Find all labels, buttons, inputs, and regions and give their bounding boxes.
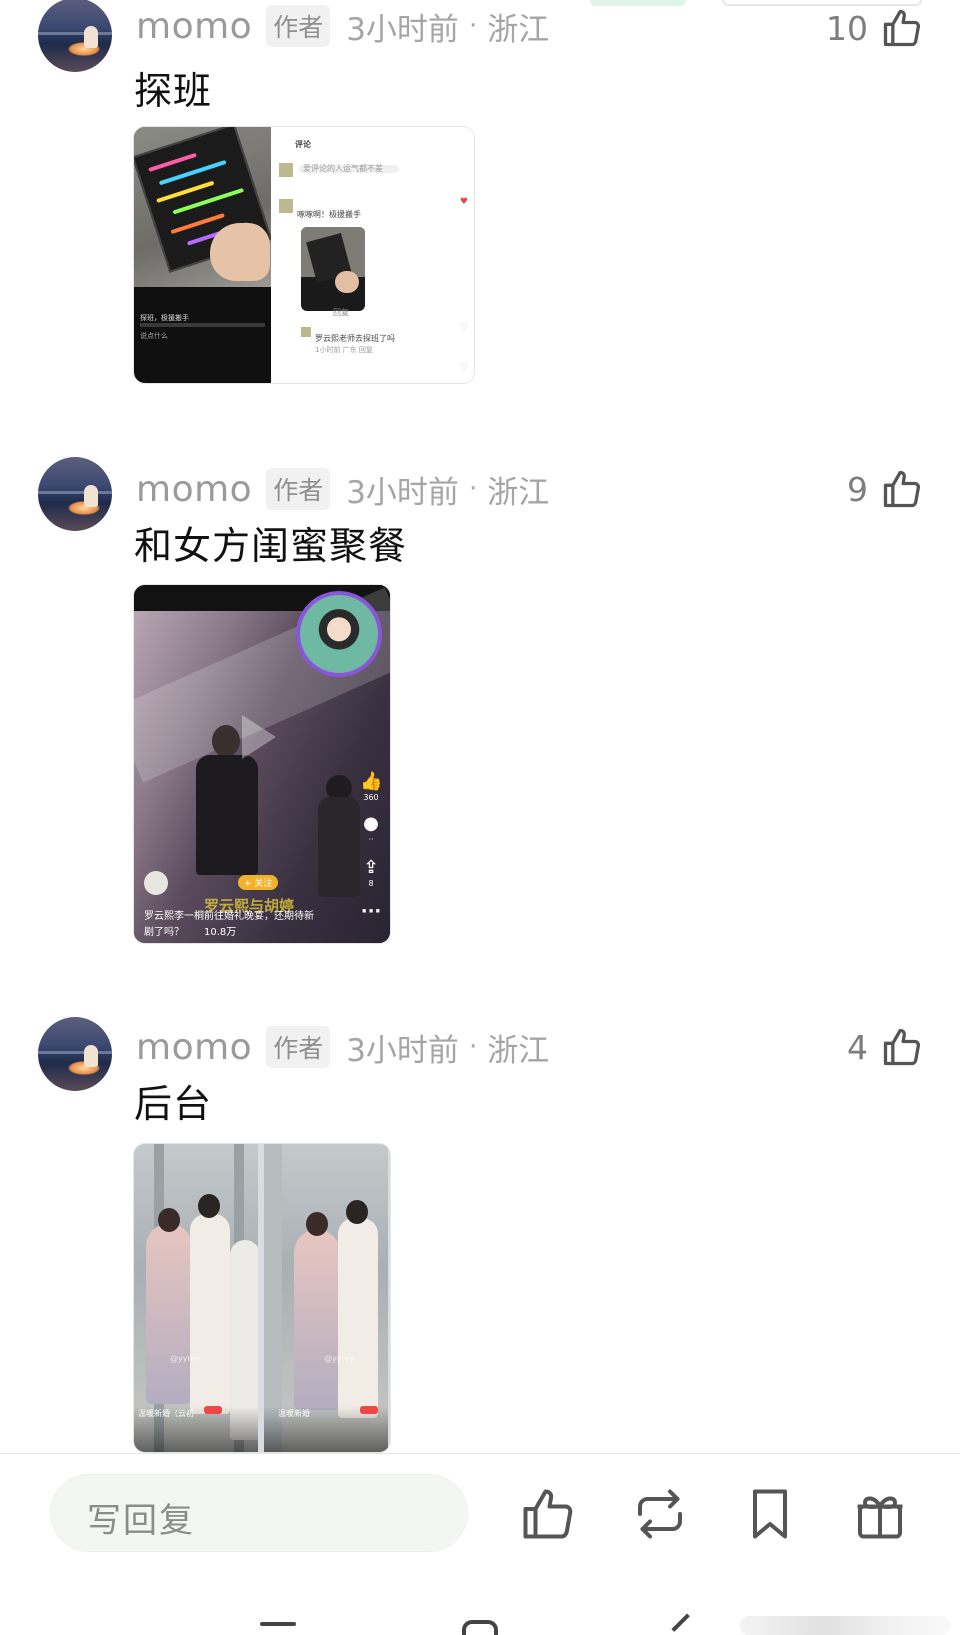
image-photo-left: 探班，极援搬手 说点什么 [134,127,273,383]
video-more-icon: ··· [360,901,382,922]
watermark-blur [740,1616,950,1635]
author-badge: 作者 [266,468,331,510]
location: 浙江 [487,474,550,511]
image-watermark: @yyrey [324,1354,355,1363]
like-button[interactable]: 4 [847,1023,924,1071]
username[interactable]: momo [136,6,252,47]
video-follow-badge: + 关注 [238,875,279,890]
comment-meta: momo 作者 3小时前 · 浙江 [136,467,549,511]
comment-item: momo 作者 3小时前 · 浙江 4 后台 @yyrey 温暖新婚（云初 @y… [0,1015,960,1455]
comment-item: momo 作者 3小时前 · 浙江 9 和女方闺蜜聚餐 👍 360 ● ·· ⇪ 8 … [0,455,960,955]
comment-image[interactable]: @yyrey 温暖新婚（云初 @yyrey 温暖新婚 [133,1143,391,1453]
separator: · [468,11,478,41]
home-icon[interactable] [462,1620,498,1635]
image-panel-comment-2-meta: 1小时前 广东 回复 [315,346,373,354]
avatar[interactable] [38,457,112,531]
comment-image[interactable]: 探班，极援搬手 说点什么 评论 爱评论的人运气都不差 啄啄啊！极援搬手 ♥ 回复… [133,126,475,384]
comment-text: 后台 [134,1082,213,1126]
comment-video-thumbnail[interactable]: 👍 360 ● ·· ⇪ 8 ··· + 关注 罗云熙与胡婷 罗云熙李一桐前往婚礼晚宴… [133,584,391,944]
image-label-left: 温暖新婚（云初 [138,1409,194,1418]
timestamp: 3小时前 [346,1032,459,1069]
separator: · [468,1032,478,1062]
person-figure [316,775,362,897]
like-button[interactable]: 9 [847,465,924,513]
reply-placeholder: 写回复 [87,1501,195,1541]
location: 浙江 [487,1032,550,1069]
avatar[interactable] [38,0,112,72]
image-label-right: 温暖新婚 [278,1409,310,1418]
play-icon[interactable] [242,715,276,759]
image-panel-header: 评论 [295,140,311,149]
image-panel-reply: 回复 [333,308,349,317]
image-watermark: @yyrey [170,1354,201,1363]
repost-icon[interactable] [630,1484,690,1544]
image-panel-comment-2: 罗云熙老师去探班了吗 [315,334,395,343]
image-comment-panel: 评论 爱评论的人运气都不差 啄啄啊！极援搬手 ♥ 回复 罗云熙老师去探班了吗 1… [271,127,474,383]
timestamp: 3小时前 [346,474,459,511]
timestamp: 3小时前 [346,11,459,48]
video-comment-icon: ● ·· [363,813,379,845]
heart-icon: ♥ [459,197,468,207]
heart-outline-icon: ♡ [459,323,468,333]
like-count: 4 [847,1027,868,1067]
like-button[interactable]: 10 [826,4,924,52]
video-views: 10.8万 [204,927,237,938]
username[interactable]: momo [136,469,252,510]
author-badge: 作者 [266,1026,331,1068]
location: 浙江 [487,11,550,48]
reply-input[interactable]: 写回复 [50,1474,468,1552]
video-caption-line1: 罗云熙李一桐前往婚礼晚宴，还期待新 [144,911,314,922]
back-icon[interactable] [671,1613,703,1635]
video-uploader-avatar [144,871,168,895]
author-badge: 作者 [266,5,331,47]
like-count: 10 [826,8,868,48]
system-nav-bar [0,1612,960,1635]
image-panel-comment-1: 啄啄啊！极援搬手 [297,210,361,219]
image-left-caption: 探班，极援搬手 [140,314,189,322]
gift-icon[interactable] [850,1484,910,1544]
avatar[interactable] [38,1017,112,1091]
comment-meta: momo 作者 3小时前 · 浙江 [136,1025,549,1069]
video-share-icon: ⇪ 8 [363,857,379,889]
comment-text: 探班 [134,69,213,113]
separator: · [468,474,478,504]
heart-outline-icon: ♡ [459,363,468,373]
video-like-icon: 👍 360 [360,771,383,803]
image-left-input: 说点什么 [140,332,168,340]
like-count: 9 [847,469,868,509]
portrait-circle [296,591,382,677]
comment-text: 和女方闺蜜聚餐 [134,524,408,568]
username[interactable]: momo [136,1027,252,1068]
menu-icon[interactable] [260,1622,296,1626]
image-photo-right: @yyrey 温暖新婚 [264,1144,388,1452]
image-photo-left: @yyrey 温暖新婚（云初 [134,1144,258,1452]
comment-item: momo 作者 3小时前 · 浙江 10 探班 探班，极援搬手 说点什么 评论 … [0,0,960,400]
bottom-action-bar: 写回复 [0,1454,960,1635]
thumbs-up-icon [883,470,921,508]
thumbs-up-icon [883,9,921,47]
comment-meta: momo 作者 3小时前 · 浙江 [136,4,549,48]
bookmark-icon[interactable] [740,1484,800,1544]
video-caption-line2: 剧了吗？ [144,927,184,938]
thumbs-up-icon [883,1028,921,1066]
image-panel-search: 爱评论的人运气都不差 [303,164,383,173]
like-icon[interactable] [518,1484,578,1544]
